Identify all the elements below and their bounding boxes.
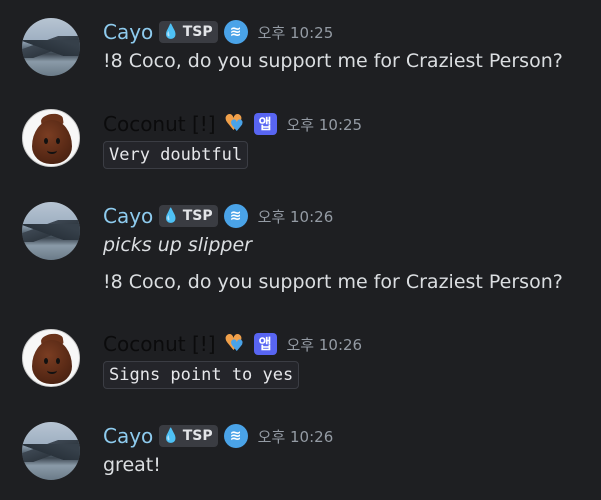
- avatar[interactable]: [22, 329, 80, 387]
- server-tag-label: TSP: [182, 24, 213, 40]
- author-name[interactable]: Coconut [!]: [103, 332, 216, 356]
- message-text-italic: picks up slipper: [103, 234, 252, 256]
- water-drop-icon: 💧: [162, 428, 180, 444]
- wind-badge-icon[interactable]: ≋: [223, 20, 248, 44]
- author-name[interactable]: Cayo: [103, 20, 153, 44]
- timestamp[interactable]: 오후 10:25: [258, 22, 334, 43]
- timestamp[interactable]: 오후 10:26: [258, 426, 334, 447]
- code-block: Signs point to yes: [103, 361, 300, 389]
- heart-badge-icon[interactable]: ♥ ♥: [222, 332, 248, 356]
- app-tag: 앱: [253, 113, 277, 135]
- avatar[interactable]: [22, 109, 80, 167]
- code-block: Very doubtful: [103, 141, 249, 169]
- server-tag[interactable]: 💧 TSP: [159, 205, 218, 227]
- avatar[interactable]: [22, 18, 80, 76]
- message-text: !8 Coco, do you support me for Craziest …: [103, 271, 563, 293]
- message-header: Cayo 💧 TSP ≋ 오후 10:25: [103, 19, 333, 45]
- timestamp[interactable]: 오후 10:25: [287, 114, 363, 135]
- water-drop-icon: 💧: [162, 208, 180, 224]
- timestamp[interactable]: 오후 10:26: [287, 334, 363, 355]
- server-tag[interactable]: 💧 TSP: [159, 21, 218, 43]
- server-tag-label: TSP: [182, 428, 213, 444]
- author-name[interactable]: Cayo: [103, 424, 153, 448]
- water-drop-icon: 💧: [162, 24, 180, 40]
- message-header: Cayo 💧 TSP ≋ 오후 10:26: [103, 203, 333, 229]
- message-text: !8 Coco, do you support me for Craziest …: [103, 50, 563, 72]
- avatar[interactable]: [22, 202, 80, 260]
- wind-badge-icon[interactable]: ≋: [223, 424, 248, 448]
- message-header: Cayo 💧 TSP ≋ 오후 10:26: [103, 423, 333, 449]
- app-tag: 앱: [253, 333, 277, 355]
- heart-badge-icon[interactable]: ♥ ♥: [222, 112, 248, 136]
- avatar[interactable]: [22, 422, 80, 480]
- server-tag-label: TSP: [182, 208, 213, 224]
- server-tag[interactable]: 💧 TSP: [159, 425, 218, 447]
- message-header: Coconut [!] ♥ ♥ 앱 오후 10:25: [103, 111, 362, 137]
- author-name[interactable]: Coconut [!]: [103, 112, 216, 136]
- message-text: great!: [103, 454, 161, 476]
- timestamp[interactable]: 오후 10:26: [258, 206, 334, 227]
- author-name[interactable]: Cayo: [103, 204, 153, 228]
- message-header: Coconut [!] ♥ ♥ 앱 오후 10:26: [103, 331, 362, 357]
- wind-badge-icon[interactable]: ≋: [223, 204, 248, 228]
